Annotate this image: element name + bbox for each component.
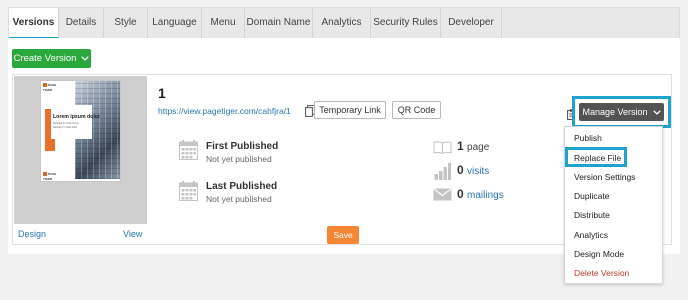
last-published-value: Not yet published <box>206 194 272 204</box>
visits-count: 0 <box>457 163 464 177</box>
temporary-link-button[interactable]: Temporary Link <box>314 101 386 119</box>
menu-item-duplicate[interactable]: Duplicate <box>574 191 609 201</box>
mailings-link[interactable]: mailings <box>467 190 504 201</box>
cover-subtitle: Detailed for dreit metus <box>53 122 79 125</box>
book-icon <box>433 141 452 154</box>
tab-developer[interactable]: Developer <box>441 8 502 38</box>
document-preview: PAGE TIGER Lorem ipsum dolor Detailed fo… <box>41 81 120 181</box>
version-thumbnail[interactable]: PAGE TIGER Lorem ipsum dolor Detailed fo… <box>14 76 147 224</box>
mailings-metric: 0 mailings <box>457 187 504 201</box>
menu-item-design-mode[interactable]: Design Mode <box>574 249 624 259</box>
create-version-button[interactable]: Create Version <box>12 49 91 68</box>
last-published-title: Last Published <box>206 181 278 192</box>
tab-details[interactable]: Details <box>59 8 104 38</box>
menu-item-publish[interactable]: Publish <box>574 133 602 143</box>
save-button[interactable]: Save <box>327 226 359 244</box>
menu-item-delete-version[interactable]: Delete Version <box>574 268 629 278</box>
tab-analytics[interactable]: Analytics <box>313 8 371 38</box>
menu-item-analytics[interactable]: Analytics <box>574 230 608 240</box>
first-published-title: First Published <box>206 141 279 152</box>
top-strip <box>0 0 688 7</box>
page-count-metric: 1 page <box>457 139 489 153</box>
visits-metric: 0 visits <box>457 163 489 177</box>
menu-item-distribute[interactable]: Distribute <box>574 210 610 220</box>
tab-bar: Versions Details Style Language Menu Dom… <box>8 7 680 39</box>
replace-file-highlight <box>565 147 627 167</box>
envelope-icon <box>433 188 452 201</box>
first-published-value: Not yet published <box>206 154 272 164</box>
menu-item-version-settings[interactable]: Version Settings <box>574 172 635 182</box>
brand-logo-footer: PAGE TIGER <box>43 172 59 181</box>
version-number: 1 <box>158 85 166 101</box>
page-count: 1 <box>457 139 464 153</box>
calendar-icon <box>179 181 198 201</box>
view-link[interactable]: View <box>123 229 142 239</box>
manage-version-button[interactable]: Manage Version <box>579 103 664 121</box>
brand-logo: PAGE TIGER <box>43 83 59 92</box>
mailings-count: 0 <box>457 187 464 201</box>
tab-security-rules[interactable]: Security Rules <box>371 8 441 38</box>
page-unit: page <box>467 142 490 153</box>
tab-style[interactable]: Style <box>104 8 148 38</box>
chevron-down-icon <box>81 56 90 61</box>
tab-language[interactable]: Language <box>148 8 202 38</box>
tab-menu[interactable]: Menu <box>202 8 245 38</box>
create-version-label: Create Version <box>13 53 77 64</box>
visits-link[interactable]: visits <box>467 166 489 177</box>
calendar-icon <box>179 140 198 160</box>
chevron-down-icon <box>652 109 661 115</box>
qr-code-button[interactable]: QR Code <box>392 101 441 119</box>
version-url[interactable]: https://view.pagetiger.com/cahfjra/1 <box>158 106 291 116</box>
cover-heading: Lorem ipsum dolor <box>53 114 100 120</box>
bar-chart-icon <box>434 163 451 180</box>
manage-version-label: Manage Version <box>582 107 648 117</box>
tab-domain-name[interactable]: Domain Name <box>245 8 313 38</box>
design-link[interactable]: Design <box>18 229 46 239</box>
tab-versions[interactable]: Versions <box>9 8 59 39</box>
cover-date: Sample 0 / Date 2022 <box>53 126 78 129</box>
